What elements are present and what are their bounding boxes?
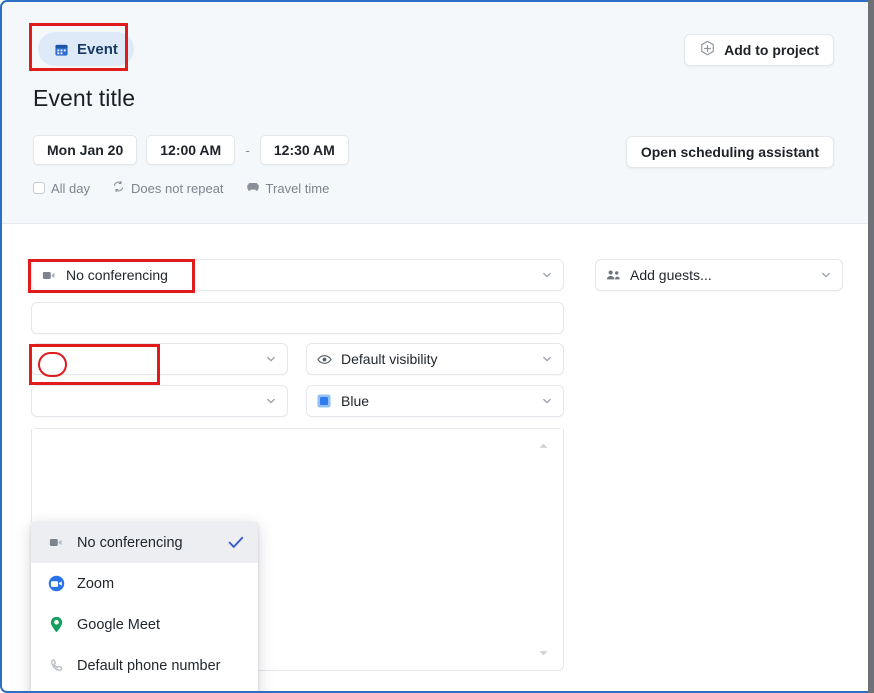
travel-time-label: Travel time — [265, 180, 330, 196]
menu-item-google-meet[interactable]: Google Meet — [31, 604, 258, 645]
hexagon-plus-icon — [699, 40, 716, 60]
chevron-down-icon — [541, 353, 553, 365]
menu-item-zoom[interactable]: Zoom — [31, 563, 258, 604]
event-type-chip-label: Event — [77, 40, 118, 58]
conferencing-dropdown-menu: No conferencing Zoom Google Meet Default… — [31, 522, 258, 693]
page-title: Event title — [33, 85, 136, 111]
event-options-row: All day Does not repeat Travel time — [33, 180, 329, 196]
menu-item-label: Zoom — [77, 575, 115, 592]
chevron-up-icon[interactable] — [538, 437, 549, 455]
menu-item-default-phone-number[interactable]: Default phone number — [31, 645, 258, 686]
calendar-select-field[interactable] — [31, 343, 288, 375]
travel-time-selector[interactable]: Travel time — [246, 180, 330, 196]
menu-item-label: No conferencing — [77, 534, 183, 551]
eye-icon — [317, 354, 337, 365]
people-icon — [606, 269, 626, 281]
menu-item-label: Default phone number — [77, 657, 221, 674]
zoom-icon — [47, 575, 65, 592]
chevron-down-icon — [541, 395, 553, 407]
check-icon — [228, 536, 244, 549]
add-to-project-label: Add to project — [724, 42, 819, 58]
repeat-label: Does not repeat — [131, 180, 224, 196]
color-swatch-icon — [317, 394, 337, 408]
event-end-time-button[interactable]: 12:30 AM — [259, 135, 349, 165]
open-scheduling-assistant-button[interactable]: Open scheduling assistant — [625, 136, 834, 168]
event-start-time-button[interactable]: 12:00 AM — [146, 135, 236, 165]
time-range-separator: - — [245, 142, 250, 158]
location-field[interactable] — [31, 302, 564, 334]
event-date-button[interactable]: Mon Jan 20 — [33, 135, 138, 165]
checkbox-unchecked-icon — [33, 182, 45, 194]
visibility-value: Default visibility — [341, 351, 438, 367]
add-guests-field[interactable]: Add guests... — [595, 259, 843, 291]
chevron-down-icon[interactable] — [538, 644, 549, 662]
visibility-field[interactable]: Default visibility — [306, 343, 564, 375]
chevron-down-icon — [541, 269, 553, 281]
video-camera-icon — [47, 537, 65, 548]
menu-item-label: Google Meet — [77, 616, 161, 633]
menu-item-default-location[interactable]: Default location — [31, 686, 258, 693]
car-icon — [246, 180, 260, 196]
conferencing-field[interactable]: No conferencing — [31, 259, 564, 291]
google-meet-icon — [47, 616, 65, 633]
all-day-label: All day — [51, 180, 91, 196]
color-field[interactable]: Blue — [306, 385, 564, 417]
event-body: No conferencing Add guests... Default vi… — [2, 224, 868, 693]
menu-item-no-conferencing[interactable]: No conferencing — [31, 522, 258, 563]
video-camera-icon — [42, 270, 62, 281]
all-day-toggle[interactable]: All day — [33, 181, 90, 196]
event-type-chip[interactable]: Event — [38, 32, 134, 66]
window-right-edge — [868, 0, 874, 693]
color-value: Blue — [341, 393, 370, 409]
chevron-down-icon — [265, 395, 277, 407]
add-to-project-button[interactable]: Add to project — [684, 34, 834, 66]
datetime-row: Mon Jan 20 12:00 AM - 12:30 AM — [33, 135, 349, 165]
repeat-selector[interactable]: Does not repeat — [112, 180, 224, 196]
chevron-down-icon — [265, 353, 277, 365]
scheduling-assistant-label: Open scheduling assistant — [640, 144, 819, 160]
conferencing-value: No conferencing — [66, 267, 168, 283]
add-guests-value: Add guests... — [630, 267, 712, 283]
chevron-down-icon — [820, 269, 832, 281]
calendar-icon — [54, 42, 69, 57]
event-editor-window: Event Event title Mon Jan 20 12:00 AM - … — [0, 0, 874, 693]
event-header: Event Event title Mon Jan 20 12:00 AM - … — [2, 2, 868, 224]
repeat-icon — [112, 180, 125, 196]
phone-icon — [47, 658, 65, 673]
availability-field[interactable] — [31, 385, 288, 417]
